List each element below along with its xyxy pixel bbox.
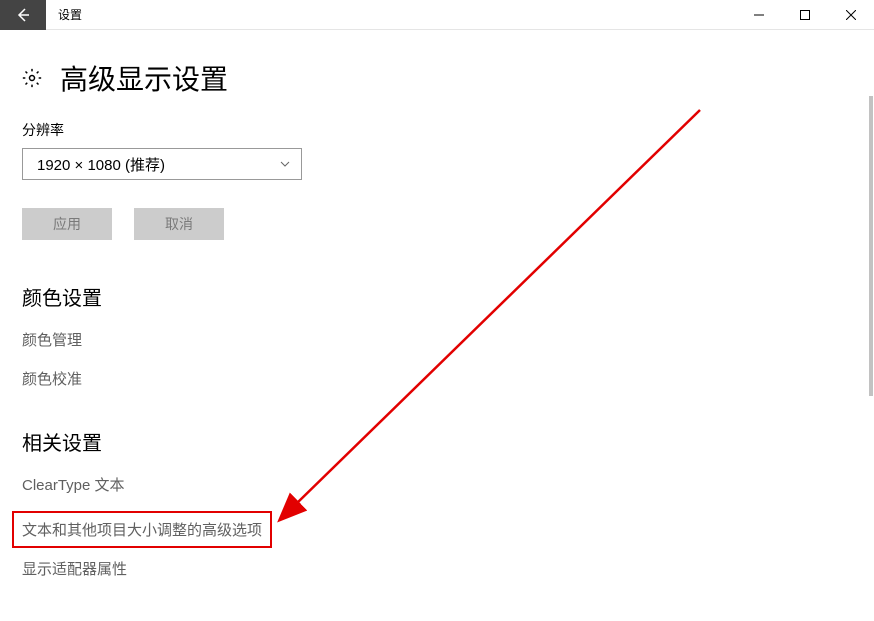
page-content: 高级显示设置 分辨率 1920 × 1080 (推荐) 应用 取消 颜色设置 颜… bbox=[0, 30, 874, 621]
page-title: 高级显示设置 bbox=[60, 58, 228, 98]
app-title: 设置 bbox=[58, 6, 82, 23]
related-settings-heading: 相关设置 bbox=[22, 427, 852, 456]
resolution-label: 分辨率 bbox=[22, 120, 852, 140]
page-heading-row: 高级显示设置 bbox=[22, 58, 852, 98]
apply-button[interactable]: 应用 bbox=[22, 208, 112, 240]
minimize-button[interactable] bbox=[736, 0, 782, 30]
cancel-button[interactable]: 取消 bbox=[134, 208, 224, 240]
resolution-select[interactable]: 1920 × 1080 (推荐) bbox=[22, 148, 302, 180]
window-controls bbox=[736, 0, 874, 30]
text-sizing-link[interactable]: 文本和其他项目大小调整的高级选项 bbox=[22, 519, 262, 540]
close-button[interactable] bbox=[828, 0, 874, 30]
button-row: 应用 取消 bbox=[22, 208, 852, 240]
color-settings-heading: 颜色设置 bbox=[22, 282, 852, 311]
back-arrow-icon bbox=[15, 7, 31, 23]
cleartype-link[interactable]: ClearType 文本 bbox=[22, 474, 852, 495]
maximize-button[interactable] bbox=[782, 0, 828, 30]
color-management-link[interactable]: 颜色管理 bbox=[22, 329, 852, 350]
gear-icon bbox=[22, 68, 42, 88]
scrollbar[interactable] bbox=[868, 30, 874, 618]
arrow-annotation-icon bbox=[270, 105, 710, 525]
back-button[interactable] bbox=[0, 0, 46, 30]
highlight-annotation: 文本和其他项目大小调整的高级选项 bbox=[12, 511, 272, 548]
display-adapter-link[interactable]: 显示适配器属性 bbox=[22, 558, 852, 579]
scrollbar-thumb[interactable] bbox=[869, 96, 873, 396]
maximize-icon bbox=[800, 10, 810, 20]
resolution-selected-value: 1920 × 1080 (推荐) bbox=[37, 154, 165, 175]
minimize-icon bbox=[754, 10, 764, 20]
close-icon bbox=[846, 10, 856, 20]
chevron-down-icon bbox=[279, 158, 291, 170]
color-calibration-link[interactable]: 颜色校准 bbox=[22, 368, 852, 389]
titlebar: 设置 bbox=[0, 0, 874, 30]
